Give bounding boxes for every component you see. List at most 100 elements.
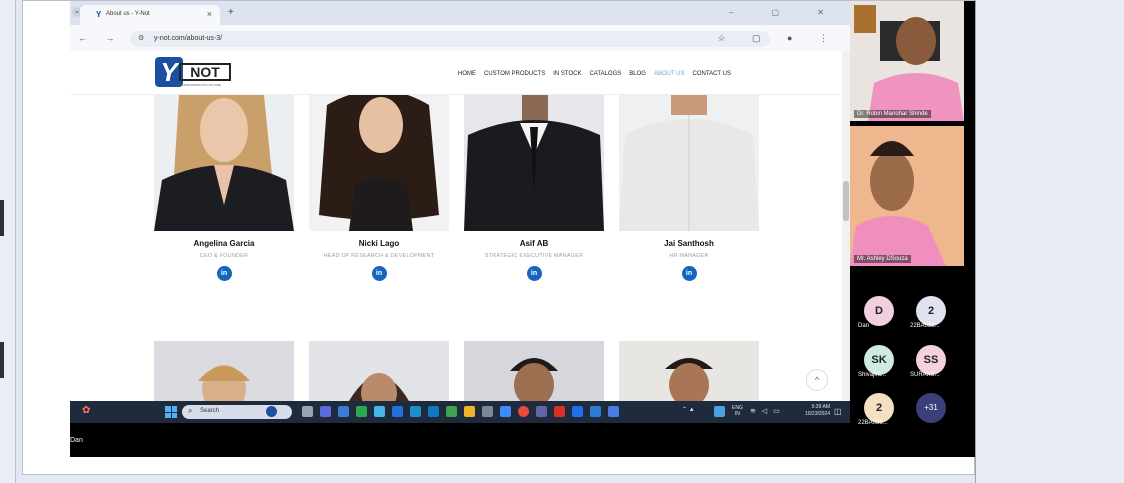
browser-tab[interactable]: Y About us - Y-Not ×: [80, 5, 220, 25]
menu-item-home[interactable]: HOME: [458, 71, 476, 77]
scroll-to-top-button[interactable]: ^: [806, 369, 828, 391]
tab-title: About us - Y-Not: [106, 11, 150, 17]
participant-video-tile[interactable]: Dr. Robin Manohar Shinde: [850, 1, 964, 121]
team-photo: [619, 341, 759, 401]
participant-avatar[interactable]: SS: [916, 345, 946, 375]
participant-avatar[interactable]: 2: [916, 296, 946, 326]
team-photo: [154, 341, 294, 401]
address-bar-row: ← → C ⚙ y-not.com/about-us-3/ ☆ ▢ ● ⋮: [70, 25, 850, 51]
pdf-icon[interactable]: [554, 406, 565, 417]
team-photo: [464, 341, 604, 401]
site-logo[interactable]: Y NOT CUSTOM PRODUCTS ON TIME: [155, 57, 235, 89]
tray-overflow-icon[interactable]: ⌃ ▲: [682, 406, 695, 413]
linkedin-icon[interactable]: in: [216, 266, 232, 281]
left-strip-marker: [0, 200, 4, 236]
participant-label: SURAKS...: [910, 372, 940, 378]
team-grid: Angelina Garcia CEO & FOUNDER in Nicki L…: [70, 95, 850, 295]
taskbar-clock[interactable]: 5:39 AM 10/23/2024: [792, 404, 830, 418]
app-icon[interactable]: [356, 406, 367, 417]
app-icon[interactable]: [320, 406, 331, 417]
participants-strip: Dr. Robin Manohar Shinde Mr. Ashley DSou…: [850, 1, 976, 457]
app-icon[interactable]: [374, 406, 385, 417]
logo-not-text: NOT: [179, 63, 231, 81]
tab-close-icon[interactable]: ×: [207, 9, 212, 19]
linkedin-icon[interactable]: in: [371, 266, 387, 281]
app-icon[interactable]: [500, 406, 511, 417]
menu-item-about-us[interactable]: ABOUT US: [654, 71, 685, 77]
participant-label: Dan: [858, 323, 870, 329]
language-indicator[interactable]: ENG IN: [732, 405, 743, 417]
participant-avatar[interactable]: D: [864, 296, 894, 326]
left-side-strip: [0, 0, 16, 483]
team-role: STRATEGIC EXECUTIVE MANAGER: [484, 253, 584, 259]
app-icon[interactable]: [392, 406, 403, 417]
team-role: HEAD OF RESEARCH & DEVELOPMENT: [323, 253, 435, 259]
team-photo: [309, 341, 449, 401]
participant-name: Dr. Robin Manohar Shinde: [854, 110, 931, 118]
linkedin-icon[interactable]: in: [526, 266, 542, 281]
participant-avatar[interactable]: 2: [864, 393, 894, 423]
team-card: Angelina Garcia CEO & FOUNDER in: [154, 95, 294, 281]
team-name: Jai Santhosh: [664, 239, 714, 248]
language-region: IN: [734, 411, 740, 417]
more-participants-button[interactable]: +31: [916, 393, 946, 423]
participant-video-tile[interactable]: Mr. Ashley DSouza: [850, 126, 964, 266]
widgets-icon[interactable]: ✿: [82, 405, 96, 419]
participant-name: Mr. Ashley DSouza: [854, 255, 911, 263]
menu-item-in-stock[interactable]: IN STOCK: [553, 71, 581, 77]
site-header: Y NOT CUSTOM PRODUCTS ON TIME HOME CUSTO…: [70, 51, 850, 95]
menu-item-blog[interactable]: BLOG: [629, 71, 646, 77]
app-icon[interactable]: [608, 406, 619, 417]
clock-time: 5:39 AM: [811, 404, 830, 410]
linkedin-icon[interactable]: in: [681, 266, 697, 281]
app-icon[interactable]: [446, 406, 457, 417]
scrollbar-thumb[interactable]: [843, 181, 849, 221]
chrome-icon[interactable]: [518, 406, 529, 417]
mic-icon[interactable]: [714, 406, 725, 417]
page-scrollbar[interactable]: [842, 51, 850, 401]
participant-avatar[interactable]: SK: [864, 345, 894, 375]
team-name: Angelina Garcia: [193, 239, 255, 248]
app-icon[interactable]: [572, 406, 583, 417]
app-icon[interactable]: [410, 406, 421, 417]
window-controls[interactable]: – ▢ ✕: [729, 8, 842, 17]
meeting-window: ⌄ Y About us - Y-Not × + – ▢ ✕ ← → C ⚙ y…: [0, 0, 1124, 483]
app-icon[interactable]: [338, 406, 349, 417]
team-grid-second-row: [70, 341, 850, 401]
team-name: Nicki Lago: [358, 239, 400, 248]
start-icon[interactable]: [165, 406, 177, 418]
team-role: CEO & FOUNDER: [199, 253, 249, 259]
app-icon[interactable]: [428, 406, 439, 417]
participant-label: Shivajira...: [858, 372, 887, 378]
presenter-name: Dan: [70, 437, 83, 444]
teams-icon[interactable]: [536, 406, 547, 417]
team-photo: [154, 95, 294, 231]
participant-label: 22BA058...: [910, 323, 940, 329]
browser-toolbar-icons[interactable]: ☆ ▢ ● ⋮: [717, 33, 840, 44]
wifi-volume-battery-icons[interactable]: ≋ ◁ ▭: [750, 407, 782, 415]
team-role: HR MANAGER: [669, 253, 709, 259]
shared-screen: ⌄ Y About us - Y-Not × + – ▢ ✕ ← → C ⚙ y…: [70, 1, 976, 457]
url-text: y-not.com/about-us-3/: [154, 35, 223, 42]
team-card: Jai Santhosh HR MANAGER in: [619, 95, 759, 281]
website-viewport: Y NOT CUSTOM PRODUCTS ON TIME HOME CUSTO…: [70, 51, 850, 401]
team-photo: [464, 95, 604, 231]
clock-date: 10/23/2024: [804, 411, 830, 417]
new-tab-button[interactable]: +: [228, 7, 234, 18]
taskbar-search-label: Search: [200, 408, 220, 414]
site-info-icon[interactable]: ⚙: [138, 34, 144, 42]
app-icon[interactable]: [266, 406, 277, 417]
menu-item-catalogs[interactable]: CATALOGS: [589, 71, 621, 77]
menu-item-custom-products[interactable]: CUSTOM PRODUCTS: [484, 71, 545, 77]
address-bar[interactable]: ⚙ y-not.com/about-us-3/: [130, 31, 770, 47]
file-explorer-icon[interactable]: [464, 406, 475, 417]
logo-tagline: CUSTOM PRODUCTS ON TIME: [177, 83, 221, 87]
screen-share-panel: ⌄ Y About us - Y-Not × + – ▢ ✕ ← → C ⚙ y…: [22, 0, 976, 475]
word-icon[interactable]: [590, 406, 601, 417]
app-icon[interactable]: [482, 406, 493, 417]
app-icon[interactable]: [302, 406, 313, 417]
notifications-icon[interactable]: ◫: [834, 407, 842, 416]
menu-item-contact-us[interactable]: CONTACT US: [693, 71, 731, 77]
site-menu: HOME CUSTOM PRODUCTS IN STOCK CATALOGS B…: [458, 71, 731, 77]
team-photo: [619, 95, 759, 231]
